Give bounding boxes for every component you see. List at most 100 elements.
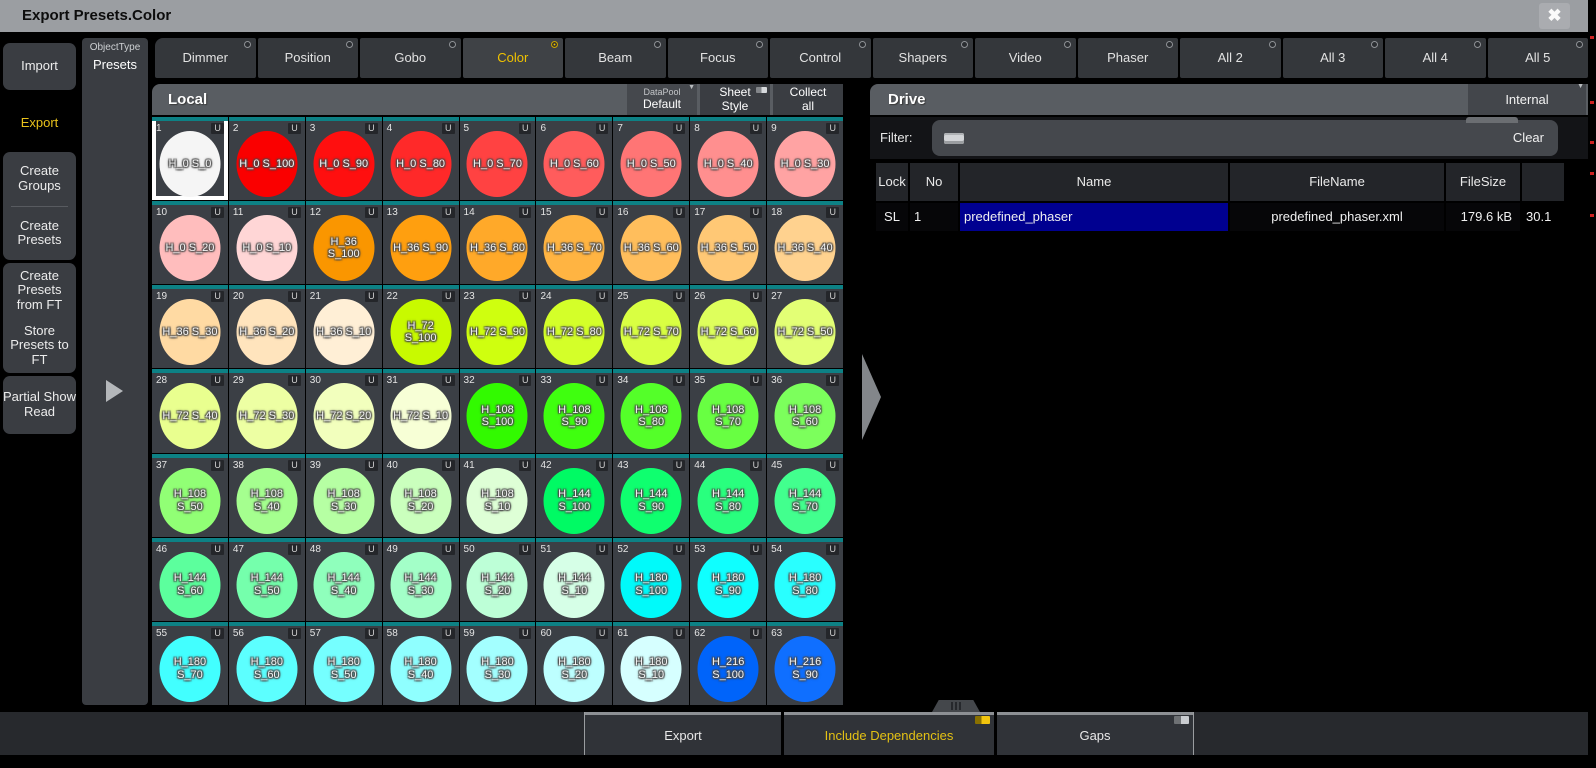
store-presets-to-ft-button[interactable]: Store Presets to FT xyxy=(3,318,76,373)
preset-cell-9[interactable]: 9UH_0 S_30 xyxy=(767,117,843,200)
col-header-name[interactable]: Name xyxy=(960,163,1228,201)
preset-cell-15[interactable]: 15UH_36 S_70 xyxy=(536,201,612,284)
export-action-button[interactable]: Export xyxy=(585,712,781,755)
preset-cell-12[interactable]: 12UH_36 S_100 xyxy=(306,201,382,284)
preset-cell-21[interactable]: 21UH_36 S_10 xyxy=(306,285,382,368)
cell-filename[interactable]: predefined_phaser.xml xyxy=(1230,203,1444,231)
datapool-selector[interactable]: DataPool Default ▼ xyxy=(627,84,697,115)
preset-cell-6[interactable]: 6UH_0 S_60 xyxy=(536,117,612,200)
preset-cell-44[interactable]: 44UH_144 S_80 xyxy=(690,454,766,537)
preset-cell-57[interactable]: 57UH_180 S_50 xyxy=(306,622,382,705)
preset-cell-54[interactable]: 54UH_180 S_80 xyxy=(767,538,843,621)
create-presets-from-ft-button[interactable]: Create Presets from FT xyxy=(3,263,76,318)
preset-cell-43[interactable]: 43UH_144 S_90 xyxy=(613,454,689,537)
preset-cell-49[interactable]: 49UH_144 S_30 xyxy=(383,538,459,621)
preset-cell-61[interactable]: 61UH_180 S_10 xyxy=(613,622,689,705)
preset-cell-32[interactable]: 32UH_108 S_100 xyxy=(460,369,536,452)
preset-cell-40[interactable]: 40UH_108 S_20 xyxy=(383,454,459,537)
preset-cell-50[interactable]: 50UH_144 S_20 xyxy=(460,538,536,621)
tab-color[interactable]: Color xyxy=(463,38,564,78)
preset-cell-16[interactable]: 16UH_36 S_60 xyxy=(613,201,689,284)
cell-filesize[interactable]: 179.6 kB xyxy=(1446,203,1520,231)
create-groups-button[interactable]: Create Groups xyxy=(3,152,76,206)
tab-gobo[interactable]: Gobo xyxy=(360,38,461,78)
preset-cell-30[interactable]: 30UH_72 S_20 xyxy=(306,369,382,452)
preset-cell-60[interactable]: 60UH_180 S_20 xyxy=(536,622,612,705)
create-presets-button[interactable]: Create Presets xyxy=(3,207,76,261)
drag-handle-icon[interactable] xyxy=(932,700,980,712)
preset-cell-7[interactable]: 7UH_0 S_50 xyxy=(613,117,689,200)
preset-cell-39[interactable]: 39UH_108 S_30 xyxy=(306,454,382,537)
filter-clear-button[interactable]: Clear xyxy=(1513,120,1544,156)
preset-cell-18[interactable]: 18UH_36 S_40 xyxy=(767,201,843,284)
preset-cell-38[interactable]: 38UH_108 S_40 xyxy=(229,454,305,537)
preset-cell-31[interactable]: 31UH_72 S_10 xyxy=(383,369,459,452)
tab-all-3[interactable]: All 3 xyxy=(1283,38,1384,78)
preset-cell-23[interactable]: 23UH_72 S_90 xyxy=(460,285,536,368)
preset-cell-55[interactable]: 55UH_180 S_70 xyxy=(152,622,228,705)
preset-cell-13[interactable]: 13UH_36 S_90 xyxy=(383,201,459,284)
import-button[interactable]: Import xyxy=(3,43,76,90)
preset-cell-42[interactable]: 42UH_144 S_100 xyxy=(536,454,612,537)
tab-control[interactable]: Control xyxy=(770,38,871,78)
cell-extra[interactable]: 30.1 xyxy=(1522,203,1564,231)
preset-cell-35[interactable]: 35UH_108 S_70 xyxy=(690,369,766,452)
tab-beam[interactable]: Beam xyxy=(565,38,666,78)
preset-cell-2[interactable]: 2UH_0 S_100 xyxy=(229,117,305,200)
preset-cell-63[interactable]: 63UH_216 S_90 xyxy=(767,622,843,705)
preset-cell-27[interactable]: 27UH_72 S_50 xyxy=(767,285,843,368)
tab-phaser[interactable]: Phaser xyxy=(1078,38,1179,78)
titlebar[interactable]: Export Presets.Color xyxy=(0,0,1588,32)
tab-all-2[interactable]: All 2 xyxy=(1180,38,1281,78)
expand-arrow-icon[interactable] xyxy=(106,380,123,402)
col-header-filename[interactable]: FileName xyxy=(1230,163,1444,201)
preset-cell-58[interactable]: 58UH_180 S_40 xyxy=(383,622,459,705)
preset-cell-59[interactable]: 59UH_180 S_30 xyxy=(460,622,536,705)
preset-cell-17[interactable]: 17UH_36 S_50 xyxy=(690,201,766,284)
tab-position[interactable]: Position xyxy=(258,38,359,78)
sheet-style-button[interactable]: Sheet Style xyxy=(700,84,770,115)
preset-cell-20[interactable]: 20UH_36 S_20 xyxy=(229,285,305,368)
preset-cell-10[interactable]: 10UH_0 S_20 xyxy=(152,201,228,284)
preset-cell-51[interactable]: 51UH_144 S_10 xyxy=(536,538,612,621)
cell-lock[interactable]: SL xyxy=(876,203,908,231)
preset-cell-62[interactable]: 62UH_216 S_100 xyxy=(690,622,766,705)
col-header-lock[interactable]: Lock xyxy=(876,163,908,201)
col-header-filesize[interactable]: FileSize xyxy=(1446,163,1520,201)
preset-cell-48[interactable]: 48UH_144 S_40 xyxy=(306,538,382,621)
cell-no[interactable]: 1 xyxy=(910,203,958,231)
tab-shapers[interactable]: Shapers xyxy=(873,38,974,78)
cell-name-selected[interactable]: predefined_phaser xyxy=(960,203,1228,231)
preset-cell-19[interactable]: 19UH_36 S_30 xyxy=(152,285,228,368)
preset-cell-37[interactable]: 37UH_108 S_50 xyxy=(152,454,228,537)
tab-all-5[interactable]: All 5 xyxy=(1488,38,1589,78)
preset-cell-29[interactable]: 29UH_72 S_30 xyxy=(229,369,305,452)
preset-cell-3[interactable]: 3UH_0 S_90 xyxy=(306,117,382,200)
preset-cell-33[interactable]: 33UH_108 S_90 xyxy=(536,369,612,452)
preset-cell-34[interactable]: 34UH_108 S_80 xyxy=(613,369,689,452)
object-type-panel[interactable]: ObjectType Presets xyxy=(82,38,148,705)
preset-cell-53[interactable]: 53UH_180 S_90 xyxy=(690,538,766,621)
preset-cell-24[interactable]: 24UH_72 S_80 xyxy=(536,285,612,368)
preset-cell-8[interactable]: 8UH_0 S_40 xyxy=(690,117,766,200)
drive-internal-selector[interactable]: Internal ▼ xyxy=(1468,84,1586,115)
export-nav-button[interactable]: Export xyxy=(3,103,76,141)
partial-show-read-button[interactable]: Partial Show Read xyxy=(3,376,76,434)
preset-cell-4[interactable]: 4UH_0 S_80 xyxy=(383,117,459,200)
tab-all-4[interactable]: All 4 xyxy=(1385,38,1486,78)
preset-cell-52[interactable]: 52UH_180 S_100 xyxy=(613,538,689,621)
preset-cell-47[interactable]: 47UH_144 S_50 xyxy=(229,538,305,621)
include-dependencies-toggle[interactable]: Include Dependencies xyxy=(784,712,994,755)
keyboard-icon[interactable] xyxy=(944,133,964,144)
preset-cell-11[interactable]: 11UH_0 S_10 xyxy=(229,201,305,284)
preset-cell-41[interactable]: 41UH_108 S_10 xyxy=(460,454,536,537)
preset-cell-46[interactable]: 46UH_144 S_60 xyxy=(152,538,228,621)
preset-cell-56[interactable]: 56UH_180 S_60 xyxy=(229,622,305,705)
preset-cell-14[interactable]: 14UH_36 S_80 xyxy=(460,201,536,284)
preset-cell-36[interactable]: 36UH_108 S_60 xyxy=(767,369,843,452)
preset-cell-26[interactable]: 26UH_72 S_60 xyxy=(690,285,766,368)
filter-input[interactable]: Clear xyxy=(932,120,1558,156)
col-header-extra[interactable] xyxy=(1522,163,1564,201)
preset-cell-5[interactable]: 5UH_0 S_70 xyxy=(460,117,536,200)
gaps-toggle[interactable]: Gaps xyxy=(997,712,1193,755)
